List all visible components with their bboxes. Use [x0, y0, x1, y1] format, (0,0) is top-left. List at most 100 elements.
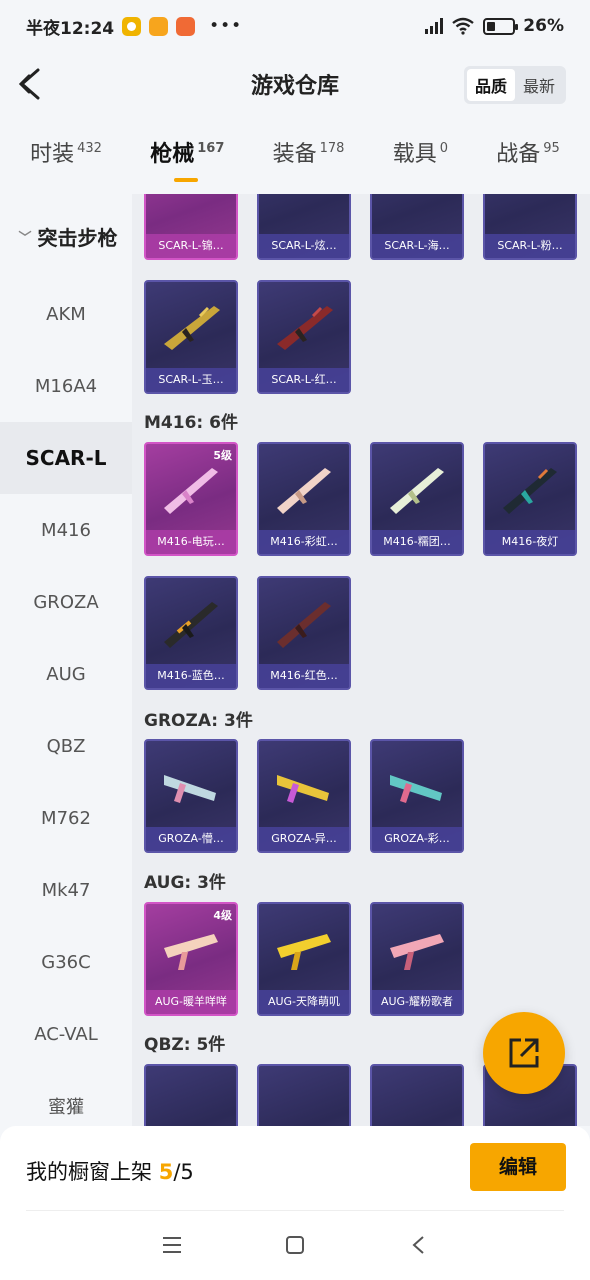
weapon-card[interactable]: SCAR-L-粉… [483, 194, 577, 260]
sidebar-item-groza[interactable]: GROZA [0, 566, 132, 638]
weapon-image [390, 934, 444, 970]
tab-count: 0 [439, 141, 449, 156]
weapon-image [164, 468, 218, 514]
status-time: 半夜12:24 [26, 18, 115, 39]
weapon-name: GROZA-懵… [146, 827, 236, 851]
menu-icon[interactable] [152, 1225, 192, 1265]
weapon-grid: SCAR-L-锦… SCAR-L-炫… SCAR-L-海… SCAR-L-粉… … [132, 194, 590, 1126]
weapon-card[interactable]: 5级 M416-电玩… [144, 442, 238, 556]
sidebar-item-qbz[interactable]: QBZ [0, 710, 132, 782]
weapon-name: SCAR-L-锦… [146, 234, 236, 258]
system-nav-bar [0, 1210, 590, 1280]
app-header: 游戏仓库 品质 最新 [0, 52, 590, 116]
tab-fashion[interactable]: 时装 432 [30, 130, 102, 186]
tab-equipment[interactable]: 装备 178 [273, 130, 345, 186]
sidebar-item-g36c[interactable]: G36C [0, 926, 132, 998]
weapon-card[interactable]: GROZA-彩… [370, 739, 464, 853]
weapon-card[interactable] [144, 1064, 238, 1126]
weapon-name: M416-电玩… [146, 530, 236, 554]
tab-label: 枪械 [150, 142, 195, 167]
back-nav-icon[interactable] [398, 1225, 438, 1265]
sidebar-item-m416[interactable]: M416 [0, 494, 132, 566]
weapon-card[interactable]: M416-夜灯 [483, 442, 577, 556]
tab-active-indicator [174, 178, 199, 182]
signal-icon [425, 18, 444, 34]
weapon-name: SCAR-L-红… [259, 368, 349, 392]
app-notification-icon [176, 16, 196, 36]
sidebar-item-m16a4[interactable]: M16A4 [0, 350, 132, 422]
home-icon[interactable] [275, 1225, 315, 1265]
weapon-card[interactable]: SCAR-L-海… [370, 194, 464, 260]
weapon-name: SCAR-L-炫… [259, 234, 349, 258]
weapon-image [277, 934, 331, 970]
tab-label: 装备 [272, 142, 317, 167]
status-bar: 半夜12:24 ••• 26% [0, 0, 590, 52]
weapon-card[interactable]: SCAR-L-炫… [257, 194, 351, 260]
weapon-name: AUG-耀粉歌者 [372, 990, 462, 1014]
weapon-card[interactable] [370, 1064, 464, 1126]
weapon-card[interactable]: GROZA-异… [257, 739, 351, 853]
tab-label: 载具 [392, 142, 437, 167]
tab-count: 432 [77, 141, 102, 156]
battery-icon [483, 17, 519, 35]
tab-firearms[interactable]: 枪械 167 [150, 130, 224, 186]
weapon-card[interactable]: SCAR-L-玉… [144, 280, 238, 394]
sidebar-item-mk47[interactable]: Mk47 [0, 854, 132, 926]
tab-vehicles[interactable]: 载具 0 [393, 130, 448, 186]
weapon-card[interactable]: SCAR-L-红… [257, 280, 351, 394]
weapon-image [164, 602, 218, 648]
sidebar-item-aug[interactable]: AUG [0, 638, 132, 710]
edit-button[interactable]: 编辑 [470, 1143, 566, 1191]
app-notification-icon [122, 16, 142, 36]
weapon-card[interactable] [257, 1064, 351, 1126]
weapon-card[interactable]: GROZA-懵… [144, 739, 238, 853]
battery-level: 26% [523, 16, 564, 36]
showcase-total: /5 [173, 1160, 194, 1184]
showcase-status: 我的橱窗上架 5/5 [26, 1156, 194, 1186]
weapon-card[interactable]: M416-糯团… [370, 442, 464, 556]
sidebar-item-m762[interactable]: M762 [0, 782, 132, 854]
tab-count: 95 [543, 141, 560, 156]
category-label: 突击步枪 [37, 225, 118, 250]
weapon-image [164, 775, 216, 803]
weapon-card[interactable]: SCAR-L-锦… [144, 194, 238, 260]
weapon-image [390, 775, 442, 803]
weapon-name: AUG-暖羊咩咩 [146, 990, 236, 1014]
more-notifications-icon: ••• [209, 16, 243, 36]
share-icon [509, 1038, 539, 1068]
weapon-name: M416-红色… [259, 664, 349, 688]
weapon-name: SCAR-L-海… [372, 234, 462, 258]
weapon-image [277, 602, 331, 648]
divider [26, 1210, 564, 1211]
section-header-aug: AUG: 3件 [144, 873, 226, 893]
weapon-card[interactable]: M416-蓝色… [144, 576, 238, 690]
weapon-card[interactable]: AUG-天降萌叽 [257, 902, 351, 1016]
weapon-card[interactable]: M416-红色… [257, 576, 351, 690]
section-header-m416: M416: 6件 [144, 413, 238, 433]
weapon-name: M416-彩虹… [259, 530, 349, 554]
tab-supplies[interactable]: 战备 95 [496, 130, 560, 186]
sidebar-item-ac-val[interactable]: AC-VAL [0, 998, 132, 1070]
weapon-image [390, 468, 444, 514]
sidebar-item-akm[interactable]: AKM [0, 278, 132, 350]
weapon-name: M416-夜灯 [485, 530, 575, 554]
section-header-groza: GROZA: 3件 [144, 711, 253, 731]
category-tabs: 时装 432 枪械 167 装备 178 载具 0 战备 95 [0, 130, 590, 186]
showcase-bar: 我的橱窗上架 5/5 编辑 [0, 1126, 590, 1210]
weapon-card[interactable]: AUG-耀粉歌者 [370, 902, 464, 1016]
sidebar-item-honey-badger[interactable]: 蜜獾 [0, 1070, 132, 1126]
sidebar-item-scar-l[interactable]: SCAR-L [0, 422, 132, 494]
sort-quality-button[interactable]: 品质 [466, 69, 515, 101]
sort-latest-button[interactable]: 最新 [515, 69, 563, 101]
weapon-name: M416-糯团… [372, 530, 462, 554]
share-button[interactable] [483, 1012, 565, 1094]
app-notification-icon [149, 16, 169, 36]
back-icon[interactable] [14, 66, 46, 102]
sort-toggle: 品质 最新 [463, 66, 566, 104]
sidebar-category-assault-rifle[interactable]: ﹀ 突击步枪 [0, 194, 132, 278]
weapon-card[interactable]: 4级 AUG-暖羊咩咩 [144, 902, 238, 1016]
weapon-card[interactable]: M416-彩虹… [257, 442, 351, 556]
showcase-label: 我的橱窗上架 [26, 1160, 152, 1184]
tab-label: 战备 [496, 142, 541, 167]
chevron-down-icon: ﹀ [18, 230, 32, 246]
